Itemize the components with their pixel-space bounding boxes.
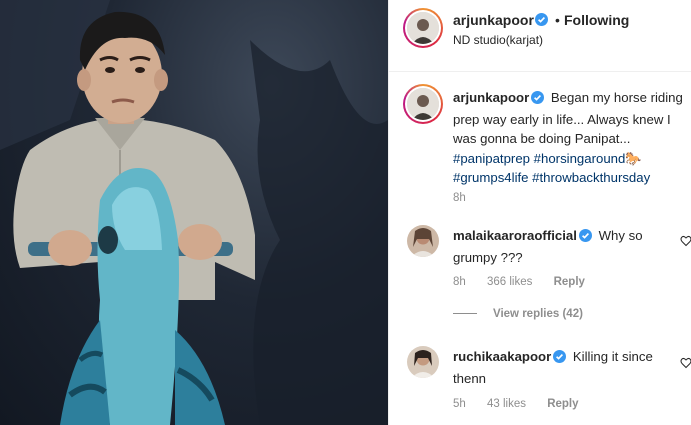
reply-button[interactable]: Reply [547,398,578,410]
comment-username[interactable]: malaikaaroraofficial [453,228,577,243]
comment-timestamp[interactable]: 5h [453,398,466,410]
boy-on-toy-horse-image [0,0,388,425]
caption-timestamp[interactable]: 8h [453,192,466,204]
comment-likes[interactable]: 366 likes [487,276,532,288]
hashtag-link[interactable]: #grumps4life [453,170,529,185]
view-replies-button[interactable]: View replies (42) [453,308,583,320]
heart-icon[interactable] [680,356,691,374]
replies-divider [453,313,477,315]
reply-button[interactable]: Reply [554,276,585,288]
post-header: arjunkapoor • Following ND studio(karjat… [389,0,691,72]
following-button[interactable]: Following [564,12,629,28]
hashtag-link[interactable]: #horsingaround🐎 [534,151,642,166]
commenter-avatar[interactable] [407,346,439,378]
comment-likes[interactable]: 43 likes [487,398,526,410]
comment-timestamp[interactable]: 8h [453,276,466,288]
verified-badge-icon [578,228,592,248]
post-details-panel: arjunkapoor • Following ND studio(karjat… [388,0,691,425]
heart-icon[interactable] [680,234,691,252]
comment-username[interactable]: ruchikaakapoor [453,349,551,364]
caption-username[interactable]: arjunkapoor [453,90,529,105]
post-location[interactable]: ND studio(karjat) [453,33,543,47]
comment-meta: 8h 366 likes Reply [453,276,603,288]
separator-dot: • [555,12,560,28]
post-photo [0,0,388,425]
author-avatar[interactable] [403,8,443,48]
verified-badge-icon [553,349,567,369]
author-username[interactable]: arjunkapoor [453,12,534,28]
caption-text-block: arjunkapoor Began my horse riding prep w… [453,88,689,188]
caption-author-avatar[interactable] [403,84,443,124]
comment-meta: 5h 43 likes Reply [453,398,597,410]
commenter-avatar[interactable] [407,225,439,257]
hashtag-link[interactable]: #throwbackthursday [532,170,650,185]
comment-text-block: malaikaaroraofficial Why so grumpy ??? [453,226,675,267]
verified-badge-icon [531,90,545,110]
comment-text-block: ruchikaakapoor Killing it since thenn [453,347,675,388]
verified-badge-icon [535,13,548,31]
view-replies-label: View replies (42) [493,308,583,320]
hashtag-link[interactable]: #panipatprep [453,151,530,166]
